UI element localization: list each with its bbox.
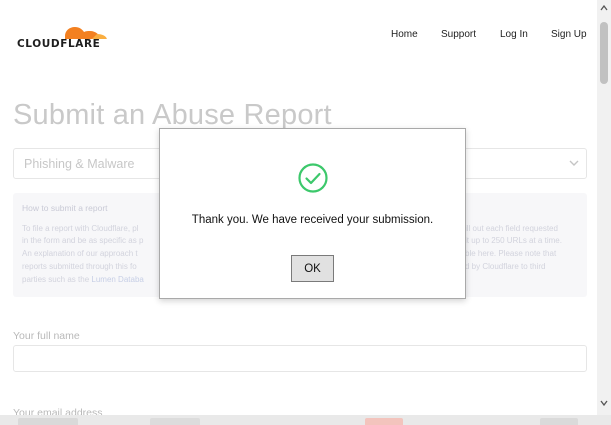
ok-button[interactable]: OK (291, 255, 334, 282)
taskbar (0, 415, 611, 425)
taskbar-item[interactable] (365, 418, 403, 425)
instructions-text: reports submitted through this fo (22, 262, 137, 271)
chevron-down-icon (569, 160, 579, 166)
instructions-text: parties such as the Lumen Databa (22, 275, 144, 284)
taskbar-item[interactable] (540, 418, 578, 425)
instructions-heading: How to submit a report (22, 203, 108, 213)
instructions-text: ble here. Please note that (465, 249, 557, 258)
instructions-text: in the form and be as specific as p (22, 236, 144, 245)
nav-home[interactable]: Home (391, 29, 418, 40)
taskbar-item[interactable] (150, 418, 200, 425)
scroll-down-icon[interactable] (600, 400, 608, 406)
email-label: Your email address (13, 407, 103, 415)
instructions-text: it up to 250 URLs at a time. (465, 236, 562, 245)
instructions-text: ill out each field requested (465, 224, 558, 233)
check-circle-icon (298, 163, 328, 193)
browser-window: CLOUDFLARE Home Support Log In Sign Up S… (0, 0, 611, 425)
report-type-value: Phishing & Malware (24, 157, 135, 171)
nav-login[interactable]: Log In (500, 29, 528, 40)
page-viewport: CLOUDFLARE Home Support Log In Sign Up S… (5, 5, 597, 415)
lumen-database-link[interactable]: Lumen Databa (91, 275, 143, 284)
brand-name: CLOUDFLARE (17, 38, 101, 50)
instructions-text: To file a report with Cloudflare, pl (22, 224, 139, 233)
scroll-up-icon[interactable] (600, 5, 608, 11)
confirmation-dialog: Thank you. We have received your submiss… (159, 128, 466, 299)
full-name-input[interactable] (13, 345, 587, 372)
full-name-label: Your full name (13, 330, 80, 342)
instructions-text: d by Cloudflare to third (465, 262, 546, 271)
scrollbar-thumb[interactable] (600, 22, 608, 84)
vertical-scrollbar[interactable] (597, 0, 611, 415)
taskbar-item[interactable] (18, 418, 78, 425)
instructions-text-part: parties such as the (22, 275, 92, 284)
confirmation-message: Thank you. We have received your submiss… (191, 214, 434, 226)
nav-signup[interactable]: Sign Up (551, 29, 587, 40)
nav-support[interactable]: Support (441, 29, 476, 40)
instructions-text: An explanation of our approach t (22, 249, 138, 258)
